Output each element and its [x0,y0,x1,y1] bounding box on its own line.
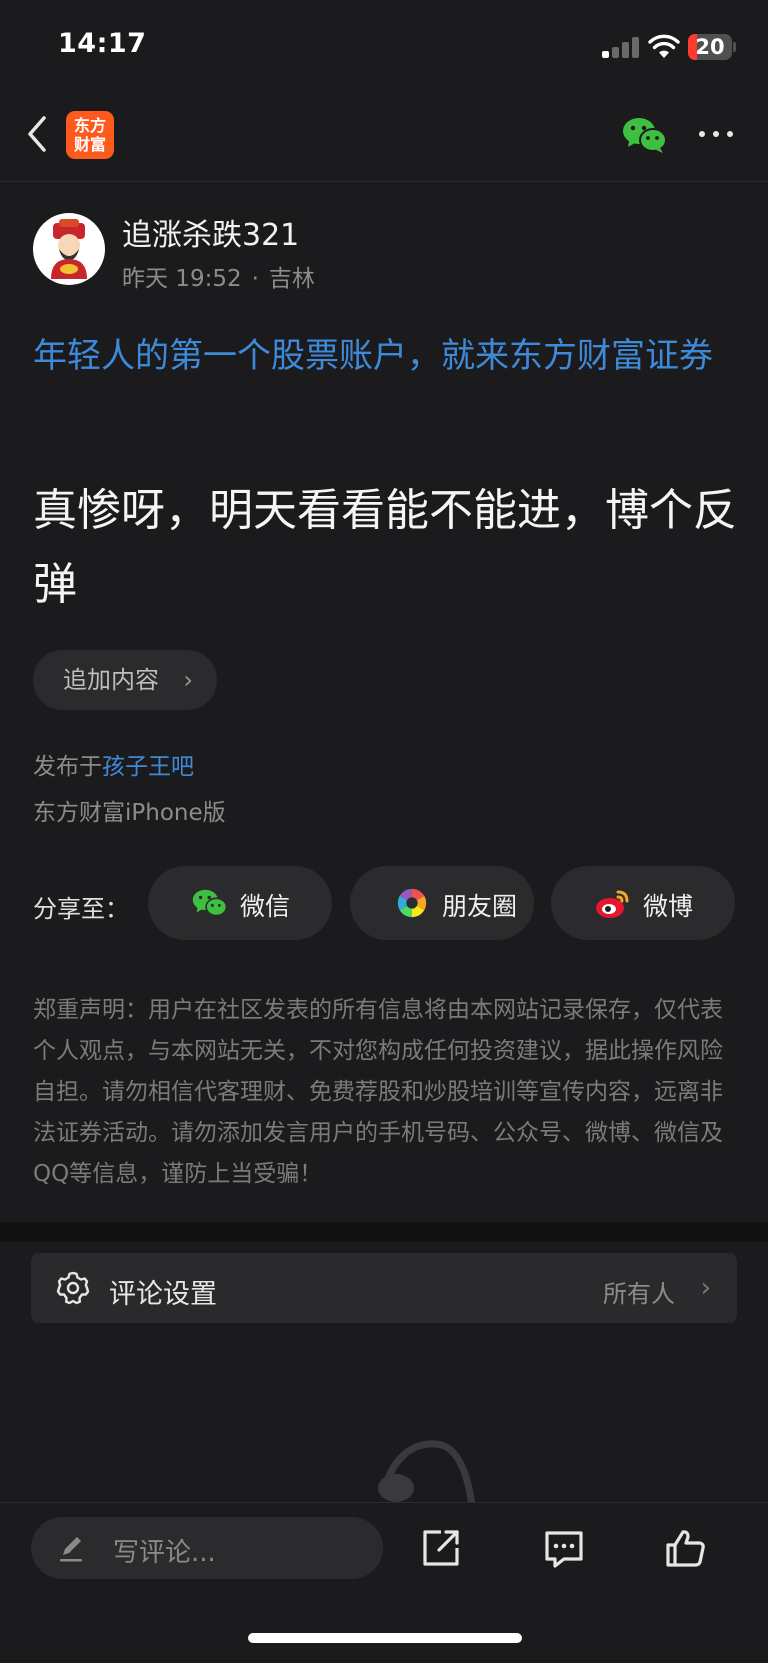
like-icon[interactable] [664,1526,708,1570]
battery-percent: 20 [695,35,725,59]
battery-indicator: 20 [688,34,732,60]
device-source: 东方财富iPhone版 [33,800,226,826]
comment-settings-value: 所有人 [603,1280,675,1308]
share-wechat-button[interactable]: 微信 [148,866,332,940]
chevron-right-icon: › [700,1273,711,1303]
posted-in: 发布于孩子王吧 [33,747,194,781]
avatar[interactable] [33,213,105,285]
status-time: 14:17 [58,28,147,59]
disclaimer-text: 郑重声明：用户在社区发表的所有信息将由本网站记录保存，仅代表个人观点，与本网站无… [33,997,723,1187]
app-logo-line2: 财富 [73,135,106,154]
empty-comments-illustration-icon [378,1440,476,1506]
comment-settings-title: 评论设置 [109,1279,217,1310]
share-weibo-button[interactable]: 微博 [551,866,735,940]
wechat-icon [192,889,228,917]
pen-icon [60,1537,82,1562]
battery-nub [733,42,736,52]
comment-input-placeholder: 写评论... [113,1538,216,1568]
append-content-label: 追加内容 [63,666,159,694]
home-indicator[interactable] [248,1633,522,1643]
promo-link[interactable]: 年轻人的第一个股票账户，就来东方财富证券 [33,328,743,384]
append-content-button[interactable]: 追加内容 › [33,650,217,710]
post-time: 昨天 19:52 [122,266,242,292]
meta-separator: · [251,266,259,292]
share-moments-button[interactable]: 朋友圈 [350,866,534,940]
cellular-signal-icon [602,36,640,58]
gear-icon [56,1271,90,1305]
avatar-god-of-wealth-icon [51,219,87,279]
comment-settings-row[interactable]: 评论设置 所有人 › [31,1253,737,1323]
comment-input[interactable]: 写评论... [31,1517,383,1579]
share-label: 分享至： [33,895,129,923]
weibo-icon [596,890,629,918]
section-divider [0,1222,768,1242]
more-dots-icon[interactable] [696,124,736,144]
post-location: 吉林 [268,266,315,292]
bar-link[interactable]: 孩子王吧 [102,754,194,780]
back-arrow-icon[interactable] [24,112,54,156]
post-detail-page: 14:17 20 东方 财富 追涨杀跌321 昨天 19:52 · 吉林 年轻人… [0,0,768,1663]
share-wechat-label: 微信 [240,892,291,921]
comment-icon[interactable] [542,1526,586,1570]
wifi-icon [648,34,680,58]
app-logo-line1: 东方 [73,116,106,135]
author-meta: 昨天 19:52 · 吉林 [122,259,315,293]
share-moments-label: 朋友圈 [442,892,518,921]
posted-in-prefix: 发布于 [33,754,102,780]
wechat-icon[interactable] [622,116,668,154]
post-content: 真惨呀，明天看看能不能进，博个反弹 [33,485,737,610]
share-out-icon[interactable] [419,1526,463,1570]
moments-icon [397,888,427,918]
nav-divider [0,181,768,182]
share-weibo-label: 微博 [643,892,694,921]
author-name[interactable]: 追涨杀跌321 [122,210,299,254]
chevron-right-icon: › [183,666,193,694]
app-logo[interactable]: 东方 财富 [66,111,114,159]
